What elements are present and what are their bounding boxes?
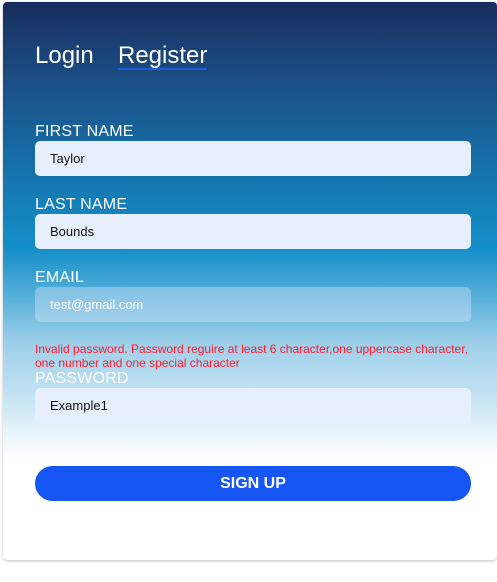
active-tab-indicator bbox=[118, 68, 207, 70]
password-label: PASSWORD bbox=[35, 370, 129, 387]
last-name-input[interactable] bbox=[35, 214, 471, 249]
last-name-label: LAST NAME bbox=[35, 196, 128, 213]
email-input[interactable] bbox=[35, 287, 471, 322]
tab-login[interactable]: Login bbox=[35, 42, 94, 70]
password-input[interactable] bbox=[35, 388, 471, 423]
email-label: EMAIL bbox=[35, 269, 85, 286]
sign-up-button[interactable]: SIGN UP bbox=[35, 466, 471, 501]
register-card: Login Register FIRST NAME LAST NAME EMAI… bbox=[3, 2, 497, 560]
password-error-message: Invalid password. Password reguire at le… bbox=[35, 342, 468, 370]
tab-register[interactable]: Register bbox=[118, 42, 207, 70]
first-name-input[interactable] bbox=[35, 141, 471, 176]
first-name-label: FIRST NAME bbox=[35, 123, 134, 140]
